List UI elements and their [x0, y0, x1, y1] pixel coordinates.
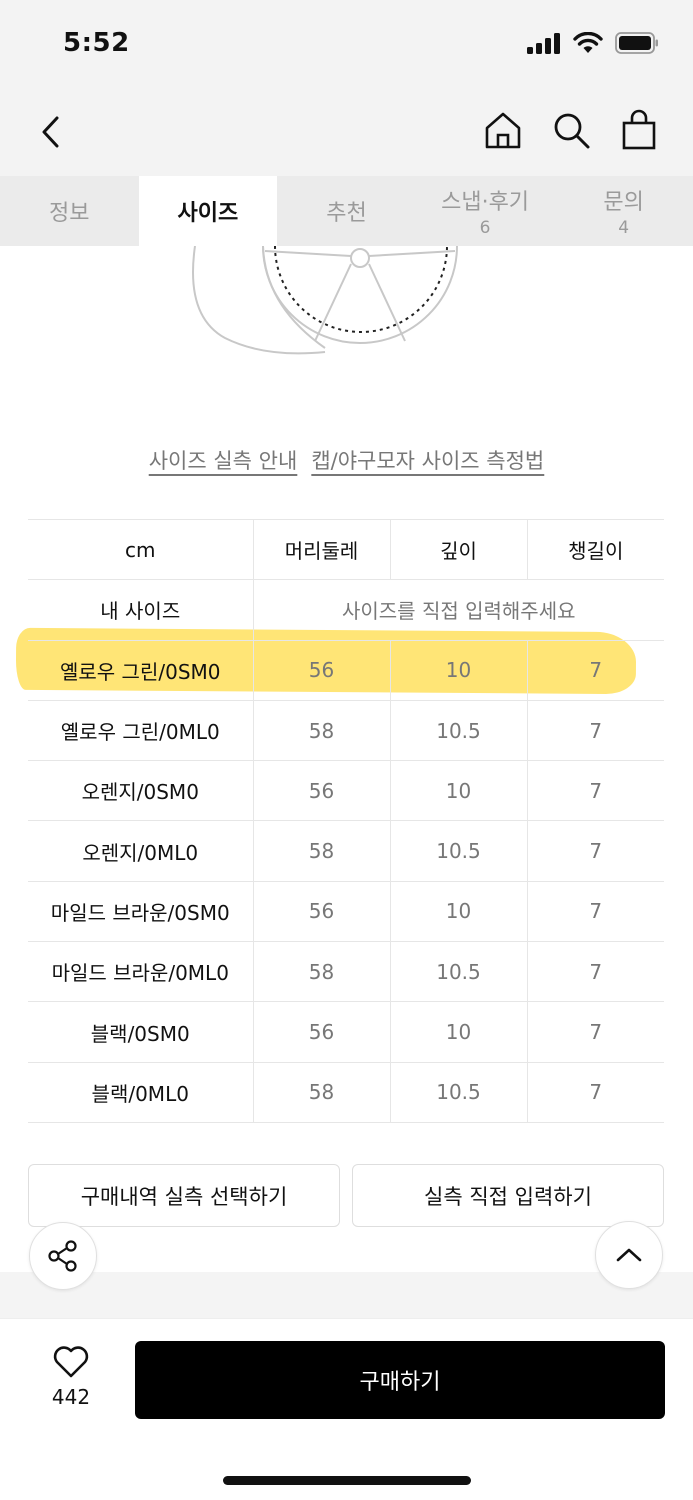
table-row: 옐로우 그린/0SM0 56 10 7 — [28, 640, 664, 701]
row-brim-length: 7 — [526, 881, 664, 943]
row-depth: 10 — [389, 1001, 527, 1063]
tab-size[interactable]: 사이즈 — [138, 176, 278, 246]
row-brim-length: 7 — [526, 1062, 664, 1123]
tab-label: 추천 — [326, 201, 367, 226]
cap-measure-method-link[interactable]: 캡/야구모자 사이즈 측정법 — [311, 445, 544, 475]
row-head-circumference: 56 — [252, 760, 390, 822]
shopping-bag-icon[interactable] — [619, 108, 659, 152]
buy-button[interactable]: 구매하기 — [135, 1341, 665, 1419]
row-option-name: 옐로우 그린/0SM0 — [28, 640, 253, 701]
wifi-icon — [573, 32, 603, 53]
row-option-name: 블랙/0SM0 — [28, 1001, 253, 1063]
row-head-circumference: 56 — [252, 640, 390, 701]
header-brim-length: 챙길이 — [526, 518, 664, 581]
tab-label: 스냅·후기 — [441, 190, 530, 215]
row-option-name: 옐로우 그린/0ML0 — [28, 700, 253, 762]
row-head-circumference: 58 — [252, 820, 390, 882]
size-table: cm 머리둘레 깊이 챙길이 내 사이즈 사이즈를 직접 입력해주세요 옐로우 … — [28, 518, 664, 1123]
header-head-circumference: 머리둘레 — [252, 518, 390, 581]
status-time: 5:52 — [63, 28, 130, 58]
row-brim-length: 7 — [526, 1001, 664, 1063]
tab-label: 정보 — [49, 201, 90, 226]
tab-count: 6 — [479, 218, 491, 238]
purchase-history-measure-button[interactable]: 구매내역 실측 선택하기 — [28, 1164, 340, 1227]
scroll-top-button[interactable] — [595, 1221, 663, 1289]
section-divider — [0, 1272, 693, 1318]
row-head-circumference: 58 — [252, 941, 390, 1003]
row-brim-length: 7 — [526, 700, 664, 762]
row-depth: 10 — [389, 881, 527, 943]
status-bar: 5:52 — [0, 0, 693, 90]
share-icon — [48, 1240, 77, 1272]
row-option-name: 블랙/0ML0 — [28, 1062, 253, 1123]
back-chevron-icon[interactable] — [36, 112, 66, 152]
table-row: 마일드 브라운/0ML0 58 10.5 7 — [28, 941, 664, 1003]
status-icons — [527, 32, 659, 54]
my-size-row[interactable]: 내 사이즈 사이즈를 직접 입력해주세요 — [28, 579, 664, 641]
table-row: 블랙/0ML0 58 10.5 7 — [28, 1062, 664, 1123]
tab-snap-review[interactable]: 스냅·후기 6 — [416, 176, 555, 246]
tab-count: 4 — [618, 218, 630, 238]
row-option-name: 마일드 브라운/0ML0 — [28, 941, 253, 1003]
home-icon[interactable] — [483, 108, 523, 152]
row-option-name: 오렌지/0ML0 — [28, 820, 253, 882]
header-depth: 깊이 — [389, 518, 527, 581]
like-count: 442 — [51, 1385, 91, 1409]
direct-measure-input-button[interactable]: 실측 직접 입력하기 — [352, 1164, 664, 1227]
search-icon[interactable] — [551, 108, 591, 152]
tab-inquiry[interactable]: 문의 4 — [554, 176, 693, 246]
row-depth: 10.5 — [389, 1062, 527, 1123]
nav-bar — [0, 90, 693, 176]
tab-recommend[interactable]: 추천 — [277, 176, 416, 246]
row-option-name: 오렌지/0SM0 — [28, 760, 253, 822]
header-unit: cm — [28, 518, 253, 581]
tab-label: 사이즈 — [177, 201, 239, 226]
size-measure-guide-link[interactable]: 사이즈 실측 안내 — [149, 445, 298, 475]
like-button[interactable]: 442 — [40, 1345, 102, 1409]
table-row: 오렌지/0ML0 58 10.5 7 — [28, 820, 664, 882]
table-row: 마일드 브라운/0SM0 56 10 7 — [28, 881, 664, 943]
chevron-up-icon — [616, 1248, 642, 1262]
table-row: 옐로우 그린/0ML0 58 10.5 7 — [28, 700, 664, 762]
row-depth: 10 — [389, 640, 527, 701]
row-head-circumference: 56 — [252, 1001, 390, 1063]
row-head-circumference: 58 — [252, 1062, 390, 1123]
size-guide-links: 사이즈 실측 안내 캡/야구모자 사이즈 측정법 — [0, 445, 693, 475]
tab-label: 문의 — [603, 190, 644, 215]
heart-icon — [53, 1346, 89, 1378]
row-depth: 10.5 — [389, 941, 527, 1003]
row-depth: 10.5 — [389, 820, 527, 882]
battery-icon — [615, 32, 658, 54]
row-depth: 10.5 — [389, 700, 527, 762]
bottom-purchase-bar: 442 구매하기 — [0, 1318, 693, 1500]
table-row: 블랙/0SM0 56 10 7 — [28, 1001, 664, 1063]
row-brim-length: 7 — [526, 640, 664, 701]
signal-icon — [527, 33, 560, 54]
home-indicator — [223, 1476, 471, 1485]
my-size-input-prompt[interactable]: 사이즈를 직접 입력해주세요 — [252, 579, 664, 641]
row-brim-length: 7 — [526, 941, 664, 1003]
share-button[interactable] — [29, 1222, 97, 1290]
row-head-circumference: 58 — [252, 700, 390, 762]
tab-bar: 정보 사이즈 추천 스냅·후기 6 문의 4 — [0, 176, 693, 246]
row-brim-length: 7 — [526, 760, 664, 822]
table-header-row: cm 머리둘레 깊이 챙길이 — [28, 518, 664, 581]
row-depth: 10 — [389, 760, 527, 822]
row-brim-length: 7 — [526, 820, 664, 882]
tab-info[interactable]: 정보 — [0, 176, 139, 246]
cap-size-illustration — [192, 246, 458, 355]
my-size-label: 내 사이즈 — [28, 579, 253, 641]
table-row: 오렌지/0SM0 56 10 7 — [28, 760, 664, 822]
row-head-circumference: 56 — [252, 881, 390, 943]
row-option-name: 마일드 브라운/0SM0 — [28, 881, 253, 943]
